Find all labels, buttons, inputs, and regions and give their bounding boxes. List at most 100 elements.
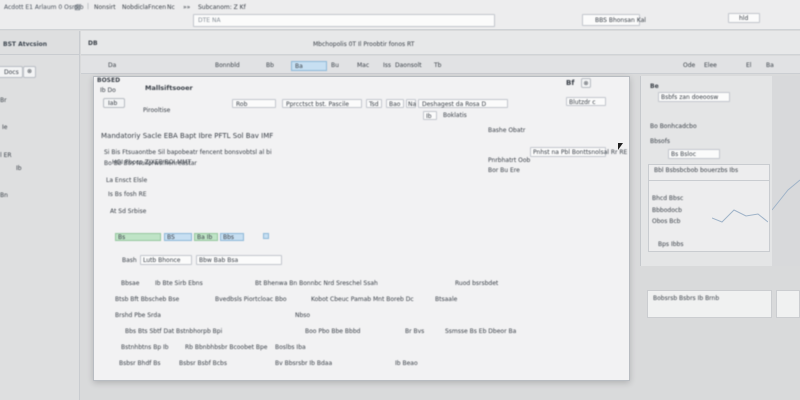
tool-item[interactable]: Tb [434, 63, 441, 69]
tool-item[interactable]: Bonnbld [215, 63, 240, 69]
dialog-section-tag: BOSED [97, 77, 121, 84]
forward-icon[interactable]: »» [183, 5, 190, 11]
table: Bbsae Ib Bte Sirb Ebns Bt Bhenwa Bn Bonn… [115, 279, 615, 374]
table-cell: Boo Pbo Bbe Bbbd [305, 328, 361, 335]
left-panel-title: BST Atvcsion [3, 41, 48, 48]
detail-line: Si Bis Ftsuaontbe Sil bapobeatr fencent … [104, 149, 272, 156]
inline-field[interactable]: Na [406, 99, 416, 108]
detail-right-line: Pnrbhatrt Oob [488, 157, 531, 164]
tag[interactable]: BS [164, 233, 192, 241]
footer-card-right [776, 290, 800, 318]
tool-item[interactable]: Ode [683, 63, 695, 69]
docs-button-label: Docs [4, 69, 19, 76]
side-card-divider [648, 180, 770, 181]
side-card-item[interactable]: Obos Bcb [652, 219, 680, 225]
tool-item[interactable]: Bu [331, 63, 339, 69]
inline-field[interactable]: Rob [232, 99, 276, 108]
dialog-right-icon-glyph: ⊗ [583, 79, 589, 87]
right-tag[interactable]: hld [728, 13, 760, 23]
new-button[interactable]: Nc [167, 5, 175, 11]
tag-label: Bs [118, 234, 126, 241]
row-field[interactable]: Bbw Bab Bsa [196, 255, 282, 265]
dialog-sub-heading: Ib Do [100, 87, 116, 94]
menu-item[interactable]: Nobdicla [122, 5, 148, 11]
inline-field[interactable]: Bao [386, 99, 404, 108]
tool-item-selected[interactable]: Ba [291, 61, 327, 71]
detail-right-field[interactable]: Pnhst na Pbl Bonttsnolsal Rr RE [530, 147, 627, 157]
inline-field-value: Bao [389, 100, 401, 108]
app-tag: DB [88, 40, 98, 47]
table-cell: Btsb Bft Bbscheb Bse [115, 296, 180, 303]
tab-label: Iab [108, 100, 118, 107]
table-cell: Brshd Pbe Srda [115, 312, 161, 319]
tool-item[interactable]: Daonsolt [395, 63, 422, 69]
row-field[interactable]: Lutb Bhonce [140, 255, 192, 265]
detail-right-line: Bor Bu Ere [488, 167, 520, 174]
tool-item[interactable]: Bb [266, 63, 274, 69]
inline-field-value: Tsd [369, 100, 379, 108]
tag-label: BS [167, 234, 175, 241]
left-item[interactable]: Br [0, 98, 7, 104]
tab-1[interactable]: Iab [103, 98, 125, 108]
inline-field[interactable]: Tsd [366, 99, 382, 108]
right-field[interactable]: BBS Bhonsan Kal [582, 14, 646, 26]
side-panel-field2-value: Bs Bsloc [671, 151, 697, 158]
table-cell: Bbs Bts Sbtf Dat Bstnbhorpb Bpi [125, 328, 223, 335]
table-row[interactable]: Bstnhbtns Bp Ib Rb Bbnbhbsbr Bcoobet Bpe… [115, 343, 615, 353]
inline-field[interactable]: Pprcctsct bst. Pascile [282, 99, 362, 108]
table-cell: Kobot Cbeuc Pamab Mnt Boreb Dc [311, 296, 414, 303]
side-card-item[interactable]: Bbbodocb [652, 208, 682, 214]
tool-item[interactable]: Da [108, 63, 116, 69]
side-panel-field[interactable]: Bsbfs zan doeoosw [658, 92, 730, 102]
tab-2[interactable]: Pirooltise [143, 108, 170, 114]
tool-item[interactable]: Mac [357, 63, 369, 69]
dialog-heading: Mallsiftsooer [145, 84, 193, 92]
left-item[interactable]: Ib [16, 166, 22, 172]
table-cell: Ib Beao [395, 360, 418, 367]
docs-button[interactable]: Docs [0, 66, 23, 78]
search-input[interactable]: DTE NA [193, 14, 495, 27]
dialog-small-field[interactable]: Ib [423, 111, 437, 120]
table-cell: Bstnhbtns Bp Ib [121, 344, 169, 351]
side-panel-field-value: Bsbfs zan doeoosw [661, 94, 719, 101]
detail-line: Is Bs fosh RE [108, 191, 147, 198]
table-row[interactable]: Bsbsr Bhdf Bs Bsbsr Bsbf Bcbs Bv Bbsrsbr… [115, 359, 615, 369]
tag[interactable]: Bbs [220, 233, 244, 241]
menu-item[interactable]: Nonsirt [94, 5, 116, 11]
app-name: Subcanom: Z Kf [198, 4, 246, 11]
menu-item[interactable]: Fncen [148, 5, 166, 11]
ok-icon[interactable]: ⊠ [74, 4, 81, 12]
side-card-item[interactable]: Bhcd Bbsc [652, 196, 683, 202]
tool-item[interactable]: Iss [383, 63, 391, 69]
app-header [81, 31, 800, 55]
table-row[interactable]: Btsb Bft Bbscheb Bse Bvedbsls Piortcloac… [115, 295, 615, 305]
table-row[interactable]: Bbsae Ib Bte Sirb Ebns Bt Bhenwa Bn Bonn… [115, 279, 615, 289]
inline-field-value: Rob [236, 100, 248, 108]
close-icon[interactable]: ⊗ [23, 66, 36, 78]
dialog-small-field-value: Ib [426, 112, 432, 120]
left-item[interactable]: l ER [0, 153, 12, 159]
tag[interactable]: Ba Ib [194, 233, 218, 241]
tool-item[interactable]: Elee [704, 63, 717, 69]
dialog-right-field[interactable]: Blutzdr c [566, 97, 606, 106]
side-card-item[interactable]: Bps Ibbs [658, 242, 683, 248]
tool-item[interactable]: Ba [766, 63, 774, 69]
left-item[interactable]: Ie [2, 125, 7, 131]
left-item[interactable]: Bn [0, 193, 8, 199]
side-panel-field2[interactable]: Bs Bsloc [668, 149, 720, 159]
inline-field[interactable]: Deshagest da Rosa D [418, 99, 508, 108]
tool-item-label: Ba [295, 63, 303, 70]
table-cell: Bbsae [121, 280, 140, 287]
table-row[interactable]: Bbs Bts Sbtf Dat Bstnbhorpb Bpi Boo Pbo … [115, 327, 615, 337]
table-row[interactable]: Brshd Pbe Srda Nbso [115, 311, 615, 321]
close-glyph: ⊗ [27, 68, 33, 75]
tool-item[interactable]: El [746, 63, 751, 69]
dialog-right-icon[interactable]: ⊗ [581, 78, 591, 88]
side-card-sparkline [712, 209, 768, 223]
table-cell: Bvedbsls Piortcloac Bbo [215, 296, 287, 303]
table-cell: Bsbsr Bsbf Bcbs [179, 360, 227, 367]
table-cell: Rb Bbnbhbsbr Bcoobet Bpe [185, 344, 268, 351]
tag[interactable]: Bs [115, 233, 161, 241]
inline-field-value: Deshagest da Rosa D [422, 100, 487, 108]
app-title: Mbchopolis 0T Il Proobtir fonos RT [313, 41, 415, 48]
